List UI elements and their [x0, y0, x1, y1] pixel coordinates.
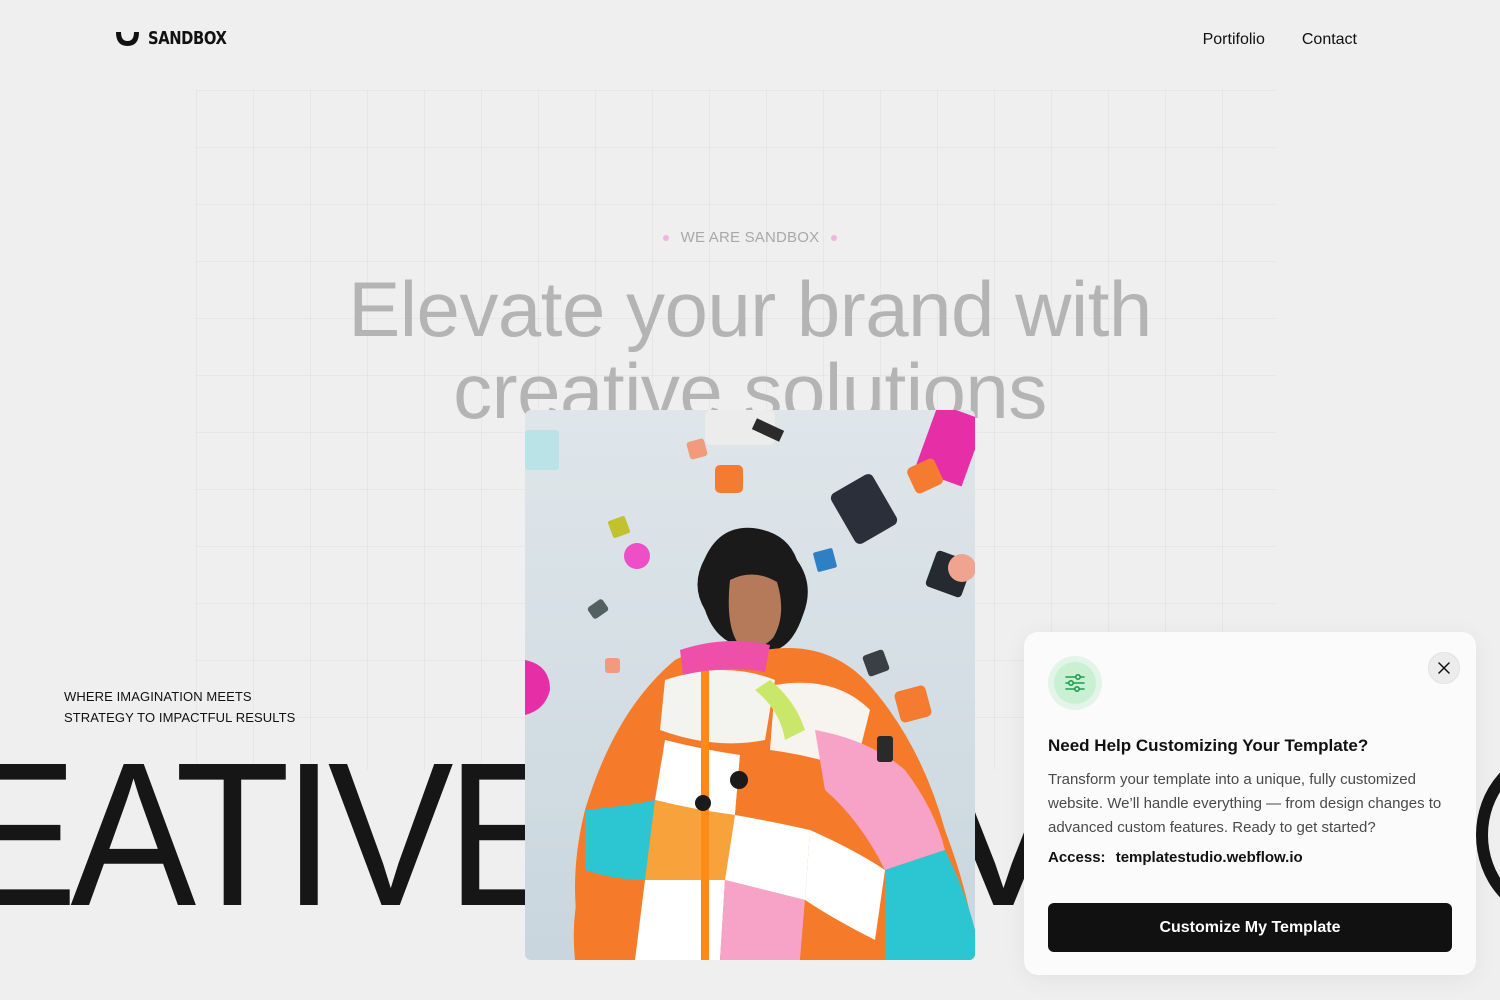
dot-icon: [831, 234, 838, 241]
nav-contact-link[interactable]: Contact: [1302, 31, 1357, 49]
sliders-icon: [1065, 673, 1085, 693]
popup-icon-badge: [1048, 656, 1102, 710]
marquee-word: EATIVE: [0, 720, 572, 949]
hero-headline: Elevate your brand with creative solutio…: [0, 268, 1500, 432]
dot-icon: [662, 234, 669, 241]
marquee-word-right: V: [975, 735, 1025, 955]
hero-photo-illustration: [525, 410, 975, 960]
logo-text: SANDBOX: [148, 28, 227, 49]
site-header: SANDBOX Portifolio Contact: [0, 0, 1500, 80]
eyebrow-text: WE ARE SANDBOX: [680, 229, 820, 246]
popup-access: Access: templatestudio.webflow.io: [1048, 849, 1303, 866]
main-nav: Portifolio Contact: [1203, 31, 1357, 49]
customize-help-popup: Need Help Customizing Your Template? Tra…: [1024, 632, 1476, 975]
tagline-line-1: WHERE IMAGINATION MEETS: [64, 689, 252, 704]
popup-title: Need Help Customizing Your Template?: [1048, 736, 1369, 755]
smile-logo-icon: [116, 31, 139, 46]
headline-line-1: Elevate your brand with: [348, 265, 1152, 353]
nav-portfolio-link[interactable]: Portifolio: [1203, 31, 1265, 49]
hero-eyebrow: WE ARE SANDBOX: [0, 229, 1500, 246]
hero-photo: [525, 410, 975, 960]
marquee-letter-o: [1476, 740, 1500, 930]
access-label: Access:: [1048, 849, 1106, 866]
close-icon: [1438, 662, 1450, 674]
marquee-word-right-text: V: [975, 735, 1025, 937]
close-popup-button[interactable]: [1428, 652, 1460, 684]
access-link[interactable]: templatestudio.webflow.io: [1116, 849, 1303, 866]
customize-template-button[interactable]: Customize My Template: [1048, 903, 1452, 952]
popup-body: Transform your template into a unique, f…: [1048, 771, 1442, 836]
logo[interactable]: SANDBOX: [114, 28, 244, 49]
